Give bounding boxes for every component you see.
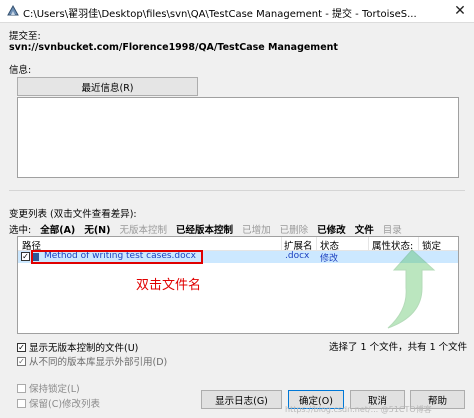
close-icon[interactable]: ✕ bbox=[446, 0, 474, 22]
repository-url: svn://svnbucket.com/Florence1998/QA/Test… bbox=[9, 42, 338, 53]
column-divider[interactable] bbox=[281, 237, 282, 250]
filter-folders-link: 目录 bbox=[382, 225, 402, 236]
keep-changelists-option: 保留(C)修改列表 bbox=[17, 396, 100, 410]
commit-to-label: 提交至: bbox=[9, 31, 41, 42]
show-unversioned-option[interactable]: ✓ 显示无版本控制的文件(U) bbox=[17, 340, 138, 354]
window-title: C:\Users\翟羽佳\Desktop\files\svn\QA\TestCa… bbox=[23, 9, 417, 20]
keep-changelists-label: 保留(C)修改列表 bbox=[29, 399, 101, 410]
keep-locks-checkbox bbox=[17, 383, 26, 393]
filter-unversioned-link: 无版本控制 bbox=[119, 225, 167, 236]
show-externals-label: 从不同的版本库显示外部引用(D) bbox=[29, 357, 168, 368]
row-checkbox[interactable]: ✓ bbox=[21, 252, 30, 261]
group-divider bbox=[9, 190, 465, 191]
filter-added-link: 已增加 bbox=[242, 225, 271, 236]
show-unversioned-label: 显示无版本控制的文件(U) bbox=[29, 343, 139, 354]
annotation-highlight-box bbox=[31, 250, 203, 264]
show-log-button[interactable]: 显示日志(G) bbox=[201, 390, 282, 409]
annotation-text: 双击文件名 bbox=[136, 278, 202, 293]
file-status: 修改 bbox=[320, 254, 339, 264]
show-externals-option[interactable]: ✓ 从不同的版本库显示外部引用(D) bbox=[17, 354, 167, 368]
tortoise-app-icon bbox=[7, 4, 19, 16]
keep-locks-label: 保持锁定(L) bbox=[29, 384, 80, 395]
filter-none-link[interactable]: 无(N) bbox=[84, 225, 110, 236]
commit-arrow-icon bbox=[387, 249, 436, 329]
column-divider[interactable] bbox=[316, 237, 317, 250]
select-label: 选中: bbox=[9, 225, 32, 236]
keep-locks-option: 保持锁定(L) bbox=[17, 381, 80, 395]
watermark: https://blog.csdn.net/... @51CTO博客 bbox=[285, 405, 432, 414]
selection-summary: 选择了 1 个文件，共有 1 个文件 bbox=[329, 342, 468, 353]
show-externals-checkbox[interactable]: ✓ bbox=[17, 356, 26, 366]
show-unversioned-checkbox[interactable]: ✓ bbox=[17, 342, 26, 352]
filter-versioned-link[interactable]: 已经版本控制 bbox=[176, 225, 233, 236]
filter-deleted-link: 已删除 bbox=[279, 225, 309, 236]
message-label: 信息: bbox=[9, 65, 32, 76]
column-status[interactable]: 状态 bbox=[320, 238, 339, 252]
filter-modified-link[interactable]: 已修改 bbox=[317, 225, 346, 236]
column-extension[interactable]: 扩展名 bbox=[284, 238, 313, 252]
changes-list-label: 变更列表 (双击文件查看差异): bbox=[9, 209, 137, 220]
recent-messages-button[interactable]: 最近信息(R) bbox=[17, 77, 198, 96]
keep-changelists-checkbox bbox=[17, 398, 26, 408]
commit-message-input[interactable] bbox=[17, 97, 459, 178]
file-extension: .docx bbox=[285, 251, 310, 261]
filter-all-link[interactable]: 全部(A) bbox=[40, 225, 75, 236]
filter-files-link[interactable]: 文件 bbox=[355, 225, 374, 236]
selection-filter-bar: 选中: 全部(A) 无(N) 无版本控制 已经版本控制 已增加 已删除 已修改 … bbox=[9, 222, 408, 236]
